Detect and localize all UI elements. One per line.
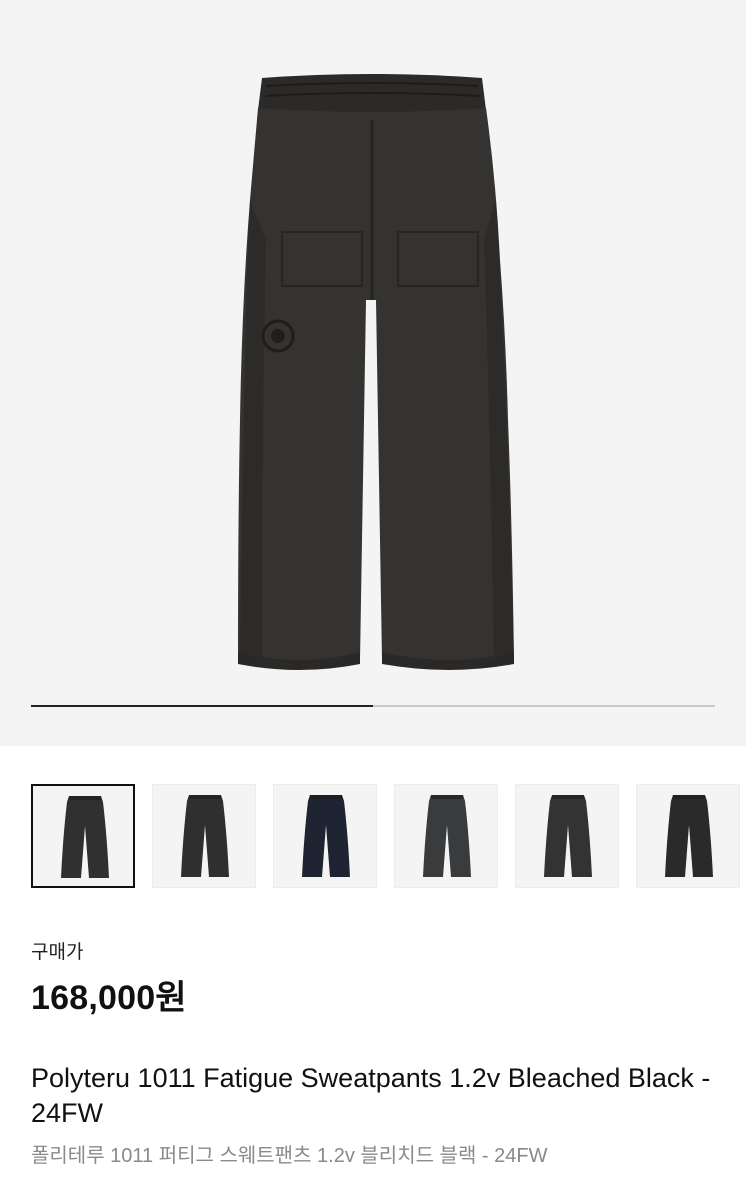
thumbnail-pants-charcoal[interactable] (152, 784, 256, 888)
thumbnail-pants-image (423, 795, 471, 877)
product-title-english: Polyteru 1011 Fatigue Sweatpants 1.2v Bl… (31, 1063, 711, 1128)
thumbnail-pants-dark-grey[interactable] (515, 784, 619, 888)
thumbnail-pants-image (181, 795, 229, 877)
price-label: 구매가 (31, 942, 84, 963)
product-title-korean: 폴리테루 1011 퍼티그 스웨트팬츠 1.2v 블리치드 블랙 - 24FW (31, 1145, 548, 1167)
product-image-gallery[interactable] (0, 0, 746, 746)
thumbnail-pants-navy[interactable] (273, 784, 377, 888)
thumbnail-pants-grey[interactable] (394, 784, 498, 888)
product-main-image[interactable] (0, 0, 746, 746)
product-price: 168,000원 (31, 979, 187, 1017)
thumbnail-pants-image (61, 796, 109, 878)
thumbnail-pants-black[interactable] (636, 784, 740, 888)
thumbnail-pants-image (302, 795, 350, 877)
thumbnail-strip[interactable] (31, 784, 746, 890)
gallery-progress-fill (31, 705, 373, 707)
thumbnail-pants-image (544, 795, 592, 877)
gallery-progress-bar (31, 705, 715, 707)
thumbnail-pants-bleached-black[interactable] (31, 784, 135, 888)
thumbnail-pants-image (665, 795, 713, 877)
